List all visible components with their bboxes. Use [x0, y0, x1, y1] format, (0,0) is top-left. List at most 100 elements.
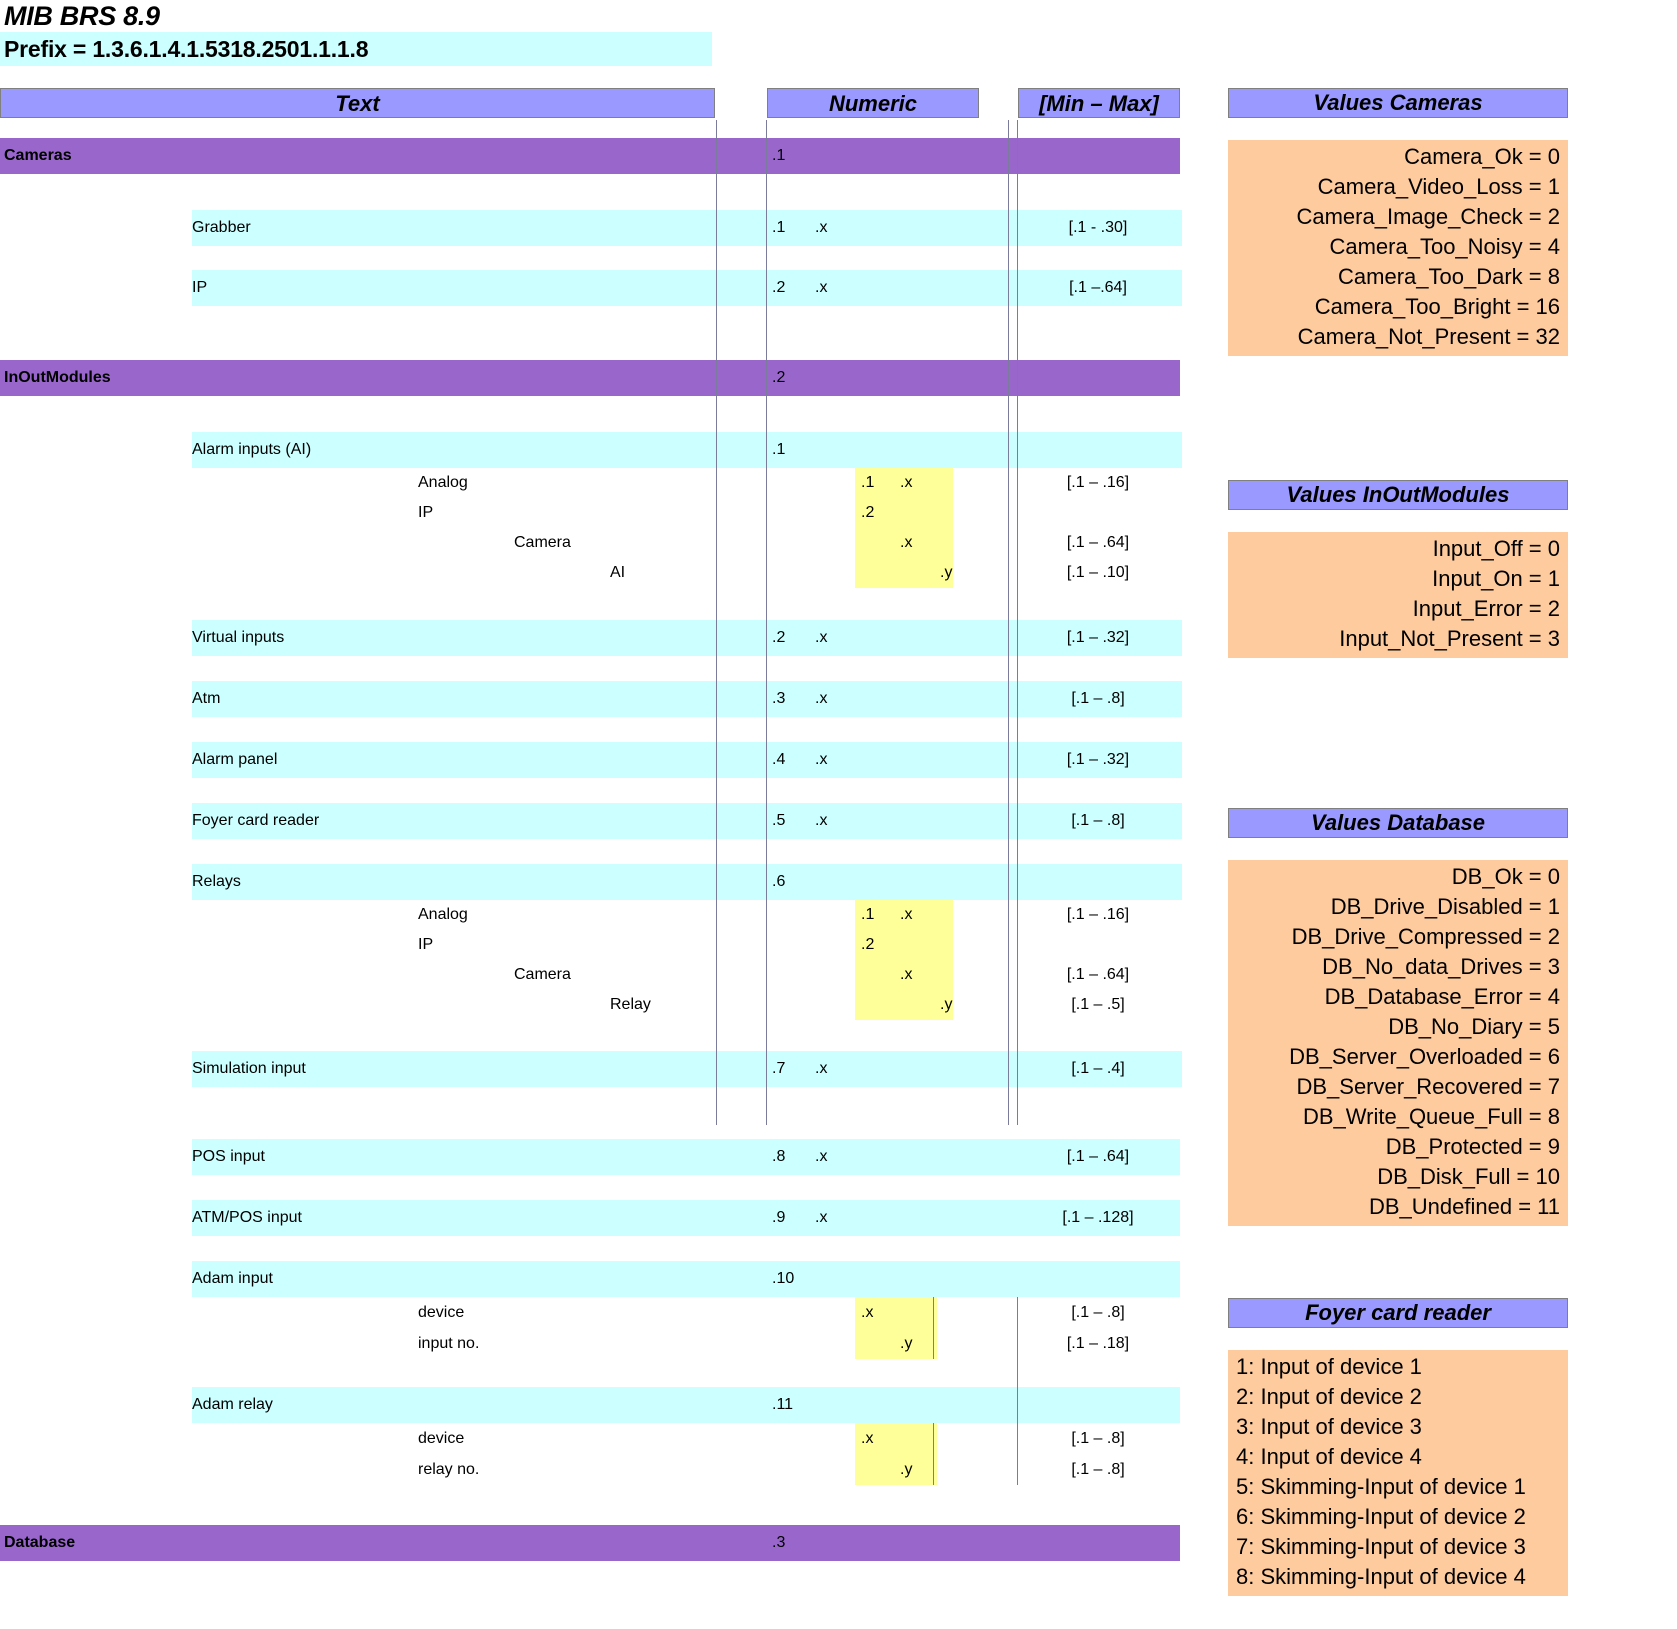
values-panel: Values Database DB_Ok = 0 DB_Drive_Disable…: [1228, 808, 1568, 1226]
panel-line: DB_No_Diary = 5: [1388, 1014, 1560, 1039]
minmax-value: [.1 – .64]: [1066, 534, 1130, 551]
minmax-value: [.1 – .8]: [1071, 812, 1125, 829]
row-label: POS input: [192, 1148, 265, 1165]
numeric-suffix: .x: [815, 751, 828, 768]
table-vertical-rule: [933, 1423, 934, 1485]
minmax-value: [.1 – .8]: [1071, 1304, 1125, 1321]
panel-line: DB_Server_Recovered = 7: [1296, 1074, 1560, 1099]
numeric-suffix: .x: [815, 629, 828, 646]
numeric-sub-suffix: .x: [900, 966, 913, 983]
minmax-value: [.1 – .8]: [1071, 1430, 1125, 1447]
row-label: Adam relay: [192, 1396, 273, 1413]
numeric-suffix: .x: [815, 690, 828, 707]
numeric-primary: .7: [772, 1060, 786, 1077]
group-row-band: [0, 360, 1180, 396]
panel-line: DB_Drive_Disabled = 1: [1330, 894, 1560, 919]
numeric-suffix: .x: [815, 812, 828, 829]
panel-line: DB_Write_Queue_Full = 8: [1302, 1104, 1560, 1129]
values-panel: Values InOutModules Input_Off = 0 Input_On…: [1228, 480, 1568, 658]
panel-line: Camera_Image_Check = 2: [1296, 204, 1560, 229]
panel-spacer: [1228, 118, 1568, 140]
page-title: MIB BRS 8.9: [4, 1, 160, 31]
numeric-sub-suffix: .y: [900, 1461, 913, 1478]
minmax-value: [.1 – .5]: [1071, 996, 1125, 1013]
numeric-sub-index: .y: [940, 564, 953, 581]
numeric-sub-primary: .2: [861, 504, 875, 521]
numeric-primary: .2: [772, 629, 786, 646]
minmax-value: [.1 – .32]: [1066, 629, 1130, 646]
column-header-text: Text: [0, 88, 715, 118]
row-label: Atm: [192, 690, 221, 707]
panel-line: Camera_Video_Loss = 1: [1317, 174, 1560, 199]
row-label: Grabber: [192, 219, 251, 236]
row-label: Analog: [418, 474, 468, 491]
values-panel: Foyer card reader 1: Input of device 1 2: …: [1228, 1298, 1568, 1596]
panel-line: 5: Skimming-Input of device 1: [1236, 1474, 1526, 1499]
values-sidebar: Values Cameras Camera_Ok = 0 Camera_Video_…: [1228, 88, 1568, 1596]
numeric-sub-primary: .1: [861, 474, 875, 491]
numeric-primary: .2: [772, 279, 786, 296]
panel-line: DB_Protected = 9: [1385, 1134, 1560, 1159]
panel-line: DB_Ok = 0: [1451, 864, 1560, 889]
values-panel: Values Cameras Camera_Ok = 0 Camera_Video_…: [1228, 88, 1568, 356]
table-body: Cameras .1 Grabber .1 .x [.1 - .30] IP .2 .x [.1 …: [0, 120, 1182, 1571]
numeric-primary: .1: [772, 441, 786, 458]
numeric-sub-suffix: .y: [900, 1335, 913, 1352]
column-header-minmax: [Min – Max]: [1018, 88, 1180, 118]
numeric-primary: .9: [772, 1209, 786, 1226]
minmax-value: [.1 – .128]: [1062, 1209, 1134, 1226]
item-row-band: [192, 1261, 1180, 1297]
column-header-numeric: Numeric: [767, 88, 979, 118]
panel-line: DB_No_data_Drives = 3: [1322, 954, 1560, 979]
panel-title: Values InOutModules: [1228, 480, 1568, 510]
numeric-primary: .8: [772, 1148, 786, 1165]
row-label: AI: [610, 564, 626, 581]
panel-line: Input_Not_Present = 3: [1339, 626, 1560, 651]
panel-line: 2: Input of device 2: [1236, 1384, 1422, 1409]
row-label: Adam input: [192, 1270, 273, 1287]
row-label: Camera: [514, 966, 571, 983]
minmax-value: [.1 – .32]: [1066, 751, 1130, 768]
numeric-primary: .4: [772, 751, 786, 768]
panel-title: Values Database: [1228, 808, 1568, 838]
numeric-primary: .1: [772, 219, 786, 236]
panel-line: Input_On = 1: [1432, 566, 1560, 591]
numeric-primary: .11: [772, 1396, 794, 1413]
panel-line: 4: Input of device 4: [1236, 1444, 1422, 1469]
row-label: Relays: [192, 873, 241, 890]
numeric-primary: .3: [772, 1534, 786, 1551]
panel-line: DB_Server_Overloaded = 6: [1289, 1044, 1560, 1069]
row-label: IP: [192, 279, 208, 296]
numeric-sub-suffix: .x: [900, 474, 913, 491]
numeric-sub-suffix: .x: [900, 906, 913, 923]
numeric-sub-primary: .x: [861, 1430, 874, 1447]
panel-spacer: [1228, 838, 1568, 860]
item-row-band: [192, 1387, 1180, 1423]
minmax-value: [.1 – .64]: [1066, 1148, 1130, 1165]
row-label: InOutModules: [4, 369, 111, 386]
minmax-value: [.1 – .16]: [1066, 474, 1130, 491]
panel-body: Input_Off = 0 Input_On = 1 Input_Error = 2…: [1228, 532, 1568, 658]
panel-title: Foyer card reader: [1228, 1298, 1568, 1328]
panel-body: 1: Input of device 1 2: Input of device 2…: [1228, 1350, 1568, 1596]
group-row-band: [0, 138, 1180, 174]
panel-line: 8: Skimming-Input of device 4: [1236, 1564, 1526, 1589]
panel-line: Camera_Too_Dark = 8: [1338, 264, 1560, 289]
row-label: Analog: [418, 906, 468, 923]
numeric-sub-index: .y: [940, 996, 953, 1013]
minmax-value: [.1 – .18]: [1066, 1335, 1130, 1352]
row-label: Foyer card reader: [192, 812, 320, 829]
minmax-value: [.1 – .4]: [1071, 1060, 1125, 1077]
numeric-primary: .10: [772, 1270, 795, 1287]
panel-line: DB_Undefined = 11: [1368, 1194, 1560, 1219]
numeric-sub-primary: .1: [861, 906, 875, 923]
table-vertical-rule: [716, 120, 717, 1125]
panel-line: Camera_Ok = 0: [1404, 144, 1560, 169]
row-label: Virtual inputs: [192, 629, 285, 646]
row-label: device: [418, 1304, 465, 1321]
numeric-primary: .5: [772, 812, 786, 829]
panel-line: Camera_Too_Bright = 16: [1314, 294, 1560, 319]
document-title-block: MIB BRS 8.9 Prefix = 1.3.6.1.4.1.5318.25…: [0, 0, 760, 66]
minmax-value: [.1 – .8]: [1071, 1461, 1125, 1478]
row-label: IP: [418, 504, 434, 521]
